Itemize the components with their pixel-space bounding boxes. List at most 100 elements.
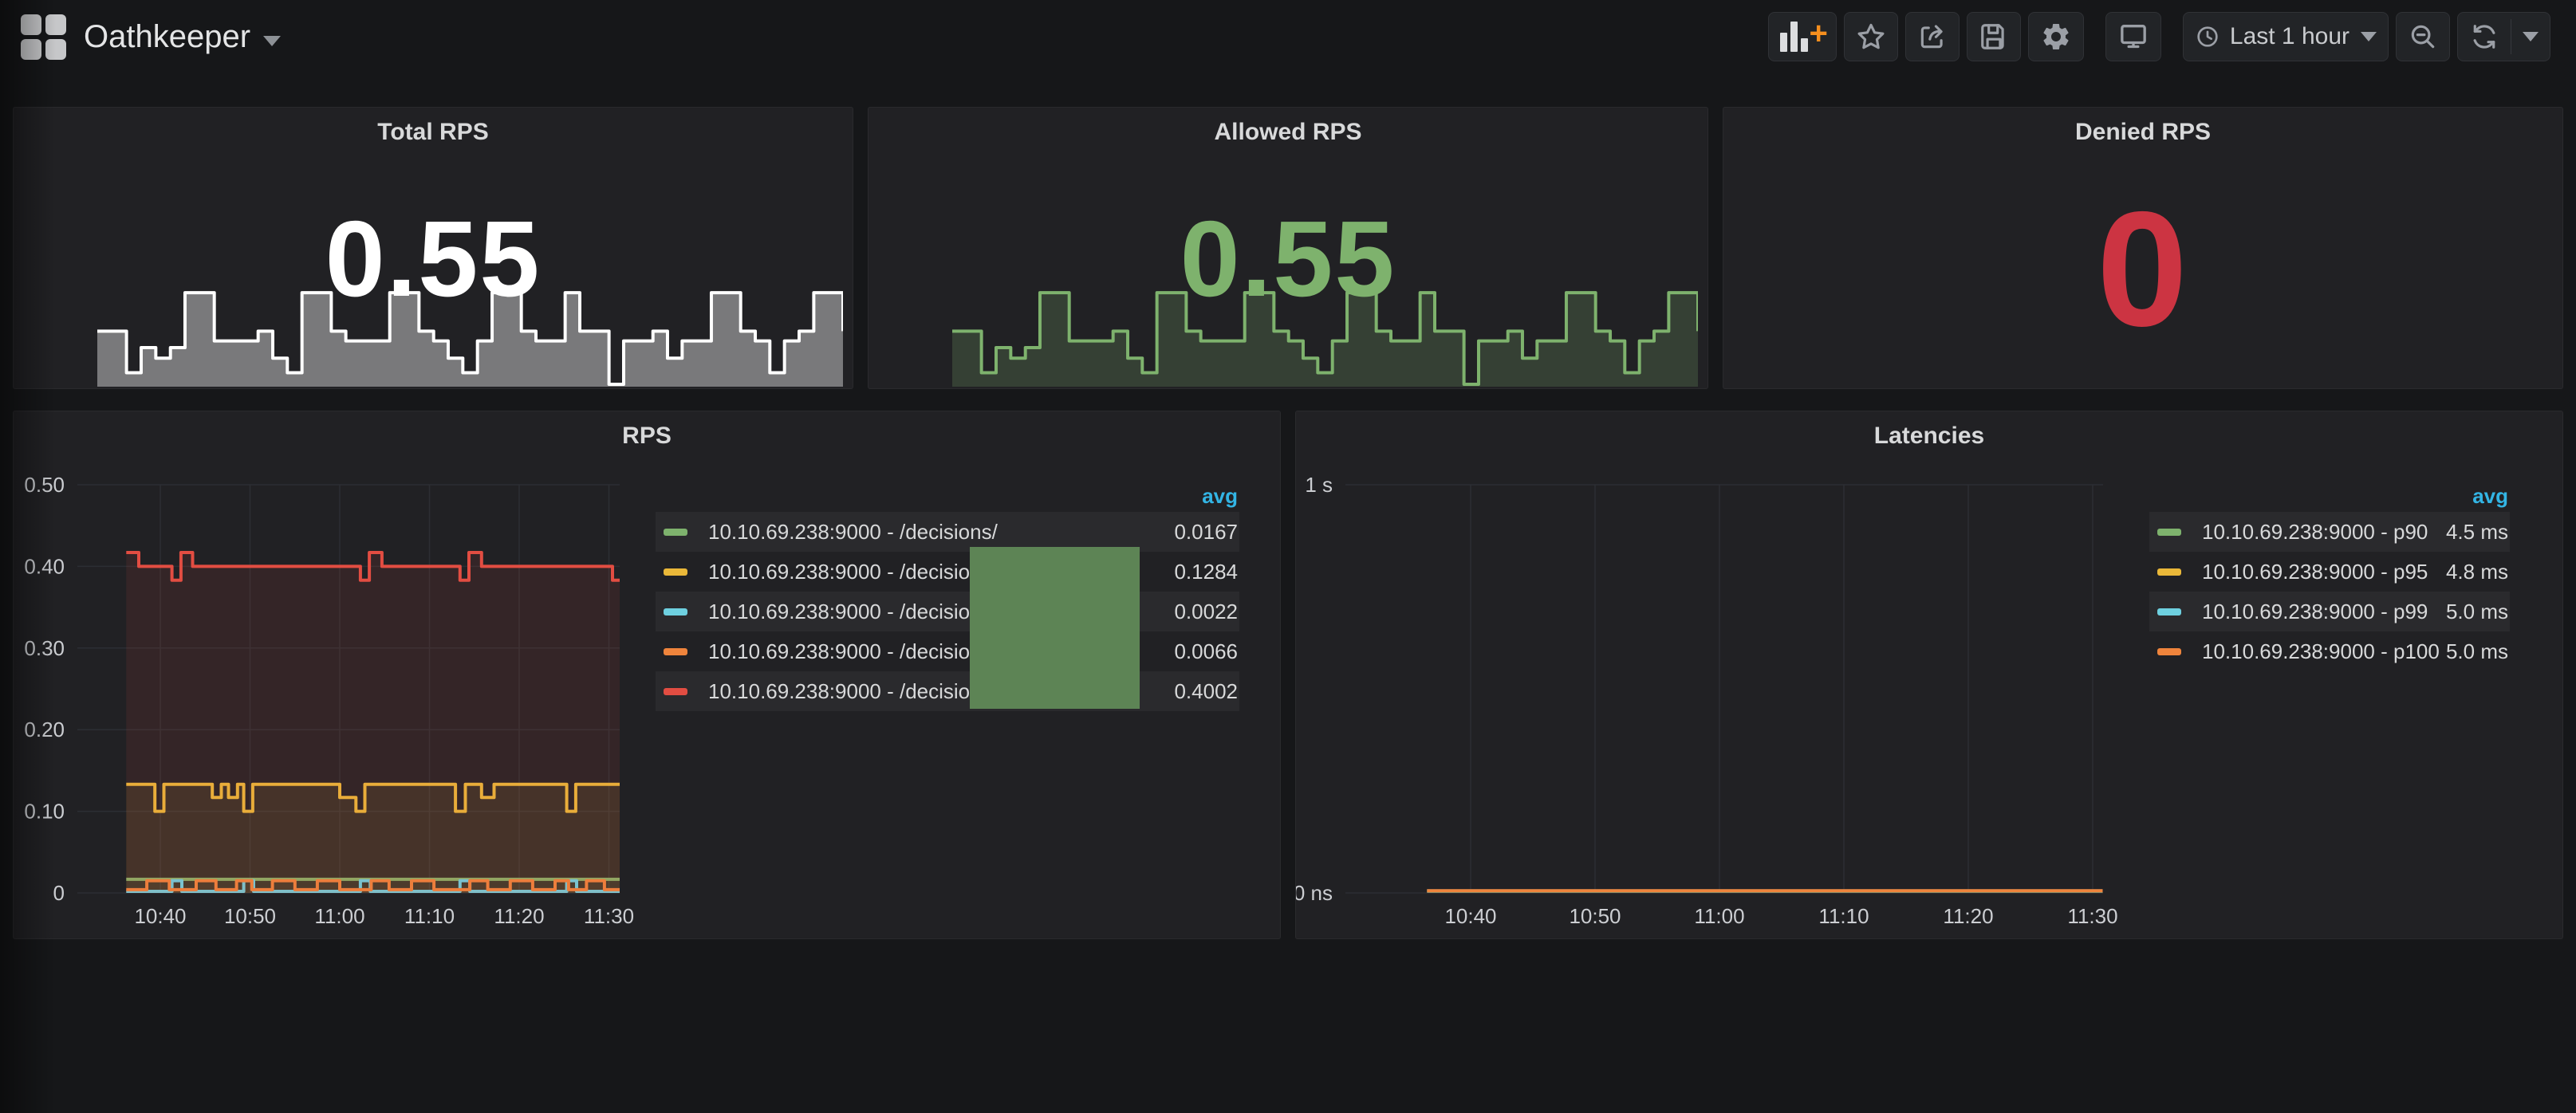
series-label[interactable]: 10.10.69.238:9000 - /decisions/ — [708, 560, 998, 584]
save-button[interactable] — [1967, 12, 2021, 61]
stat-value-denied-rps: 0 — [1723, 187, 2562, 351]
monitor-icon — [2117, 21, 2149, 53]
cycle-view-button[interactable] — [2105, 12, 2161, 61]
series-label[interactable]: 10.10.69.238:9000 - /decisions/ — [708, 520, 998, 545]
svg-text:1 s: 1 s — [1305, 473, 1333, 497]
series-avg-value: 4.8 ms — [2446, 560, 2508, 584]
series-color-swatch[interactable] — [2157, 529, 2181, 536]
series-label[interactable]: 10.10.69.238:9000 - p90 — [2202, 520, 2428, 545]
svg-text:0.20: 0.20 — [24, 718, 65, 741]
series-avg-value: 4.5 ms — [2446, 520, 2508, 545]
series-color-swatch[interactable] — [664, 688, 687, 695]
series-label[interactable]: 10.10.69.238:9000 - p95 — [2202, 560, 2428, 584]
svg-text:10:40: 10:40 — [134, 904, 186, 928]
series-color-swatch[interactable] — [664, 648, 687, 655]
zoom-out-button[interactable] — [2396, 12, 2450, 61]
panel-rps: RPS 0 0.10 0.20 0.30 0.40 0.50 10:40 10:50 11:00… — [13, 411, 1281, 939]
legend-row[interactable]: 10.10.69.238:9000 - p95 4.8 ms — [2149, 552, 2510, 592]
panel-title-allowed-rps[interactable]: Allowed RPS — [869, 119, 1707, 146]
series-avg-value: 5.0 ms — [2446, 639, 2508, 664]
series-label[interactable]: 10.10.69.238:9000 - p99 — [2202, 600, 2428, 624]
panel-total-rps: Total RPS 0.55 — [13, 107, 853, 389]
share-icon — [1917, 22, 1948, 52]
time-range-caret-icon — [2361, 32, 2377, 41]
zoom-out-icon — [2408, 22, 2438, 52]
series-color-swatch[interactable] — [2157, 568, 2181, 576]
legend-row[interactable]: 10.10.69.238:9000 - p1005.0 ms — [2149, 631, 2510, 671]
series-avg-value: 0.0066 — [1174, 639, 1238, 664]
series-label[interactable]: 10.10.69.238:9000 - /decisions/ — [708, 600, 998, 624]
dashboard-grid-icon[interactable] — [21, 14, 66, 60]
panel-title-latencies[interactable]: Latencies — [1296, 423, 2562, 450]
legend-row[interactable]: 10.10.69.238:9000 - /decisions/0.0167 — [656, 512, 1239, 552]
navbar: Oathkeeper + — [0, 0, 2576, 73]
dashboard-grid: Total RPS 0.55 Allowed RPS 0.55 Denied R… — [0, 73, 2576, 939]
series-avg-value: 0.0167 — [1174, 520, 1238, 545]
legend-row[interactable]: 10.10.69.238:9000 - /decisions/0.4002 — [656, 671, 1239, 711]
svg-text:10:50: 10:50 — [1569, 904, 1621, 928]
save-icon — [1979, 22, 2009, 52]
legend-row[interactable]: 10.10.69.238:9000 - /decisions/0.0022 — [656, 592, 1239, 631]
legend-header-avg[interactable]: avg — [656, 480, 1239, 512]
legend-row[interactable]: 10.10.69.238:9000 - p90 4.5 ms — [2149, 512, 2510, 552]
svg-text:11:30: 11:30 — [584, 904, 634, 928]
svg-text:0.10: 0.10 — [24, 800, 65, 824]
latencies-legend: avg10.10.69.238:9000 - p904.5 ms10.10.69… — [2149, 480, 2510, 671]
series-avg-value: 5.0 ms — [2446, 600, 2508, 624]
svg-text:0.30: 0.30 — [24, 636, 65, 660]
svg-text:11:10: 11:10 — [404, 904, 455, 928]
svg-text:11:00: 11:00 — [1694, 904, 1744, 928]
time-range-label: Last 1 hour — [2230, 23, 2350, 50]
settings-button[interactable] — [2028, 12, 2084, 61]
series-label[interactable]: 10.10.69.238:9000 - p100 — [2202, 639, 2440, 664]
gear-icon — [2040, 21, 2072, 53]
series-avg-value: 0.1284 — [1174, 560, 1238, 584]
refresh-icon — [2469, 22, 2499, 52]
svg-text:0 ns: 0 ns — [1296, 881, 1333, 905]
svg-text:11:20: 11:20 — [494, 904, 544, 928]
series-color-swatch[interactable] — [664, 568, 687, 576]
panel-latencies: Latencies 0 ns 1 s 10:40 10:50 11:00 11:10 11:… — [1295, 411, 2563, 939]
clock-icon — [2195, 24, 2220, 49]
add-panel-button[interactable]: + — [1768, 12, 1837, 61]
panel-title-rps[interactable]: RPS — [14, 423, 1280, 450]
panel-denied-rps: Denied RPS 0 — [1723, 107, 2563, 389]
panel-allowed-rps: Allowed RPS 0.55 — [868, 107, 1708, 389]
svg-text:11:00: 11:00 — [314, 904, 364, 928]
dashboard-title-caret-icon[interactable] — [263, 36, 281, 46]
panel-title-denied-rps[interactable]: Denied RPS — [1723, 119, 2562, 146]
time-range-picker[interactable]: Last 1 hour — [2183, 12, 2389, 61]
svg-text:0: 0 — [53, 881, 65, 905]
series-label[interactable]: 10.10.69.238:9000 - /decisions/ — [708, 679, 998, 704]
series-avg-value: 0.0022 — [1174, 600, 1238, 624]
svg-text:10:40: 10:40 — [1444, 904, 1496, 928]
rps-legend: avg10.10.69.238:9000 - /decisions/0.0167… — [656, 480, 1239, 711]
svg-text:10:50: 10:50 — [224, 904, 276, 928]
refresh-split-button[interactable] — [2457, 12, 2550, 61]
refresh-caret-icon[interactable] — [2523, 32, 2539, 41]
series-label[interactable]: 10.10.69.238:9000 - /decisions/ — [708, 639, 998, 664]
legend-row[interactable]: 10.10.69.238:9000 - /decisions/0.1284 — [656, 552, 1239, 592]
add-panel-icon: + — [1780, 22, 1825, 52]
svg-text:0.40: 0.40 — [24, 554, 65, 578]
panel-title-total-rps[interactable]: Total RPS — [14, 119, 853, 146]
legend-header-avg[interactable]: avg — [2149, 480, 2510, 512]
share-button[interactable] — [1905, 12, 1960, 61]
redaction-overlay — [970, 547, 1140, 709]
series-avg-value: 0.4002 — [1174, 679, 1238, 704]
star-button[interactable] — [1844, 12, 1898, 61]
star-icon — [1856, 22, 1886, 52]
series-color-swatch[interactable] — [664, 529, 687, 536]
legend-row[interactable]: 10.10.69.238:9000 - /decisions/0.0066 — [656, 631, 1239, 671]
svg-text:0.50: 0.50 — [24, 473, 65, 497]
stat-value-allowed-rps: 0.55 — [869, 205, 1707, 313]
series-color-swatch[interactable] — [2157, 608, 2181, 615]
stat-value-total-rps: 0.55 — [14, 205, 853, 313]
legend-row[interactable]: 10.10.69.238:9000 - p99 5.0 ms — [2149, 592, 2510, 631]
svg-text:11:10: 11:10 — [1818, 904, 1869, 928]
dashboard-title[interactable]: Oathkeeper — [84, 19, 250, 55]
svg-text:11:20: 11:20 — [1943, 904, 1993, 928]
series-color-swatch[interactable] — [2157, 648, 2181, 655]
svg-text:11:30: 11:30 — [2067, 904, 2117, 928]
series-color-swatch[interactable] — [664, 608, 687, 615]
